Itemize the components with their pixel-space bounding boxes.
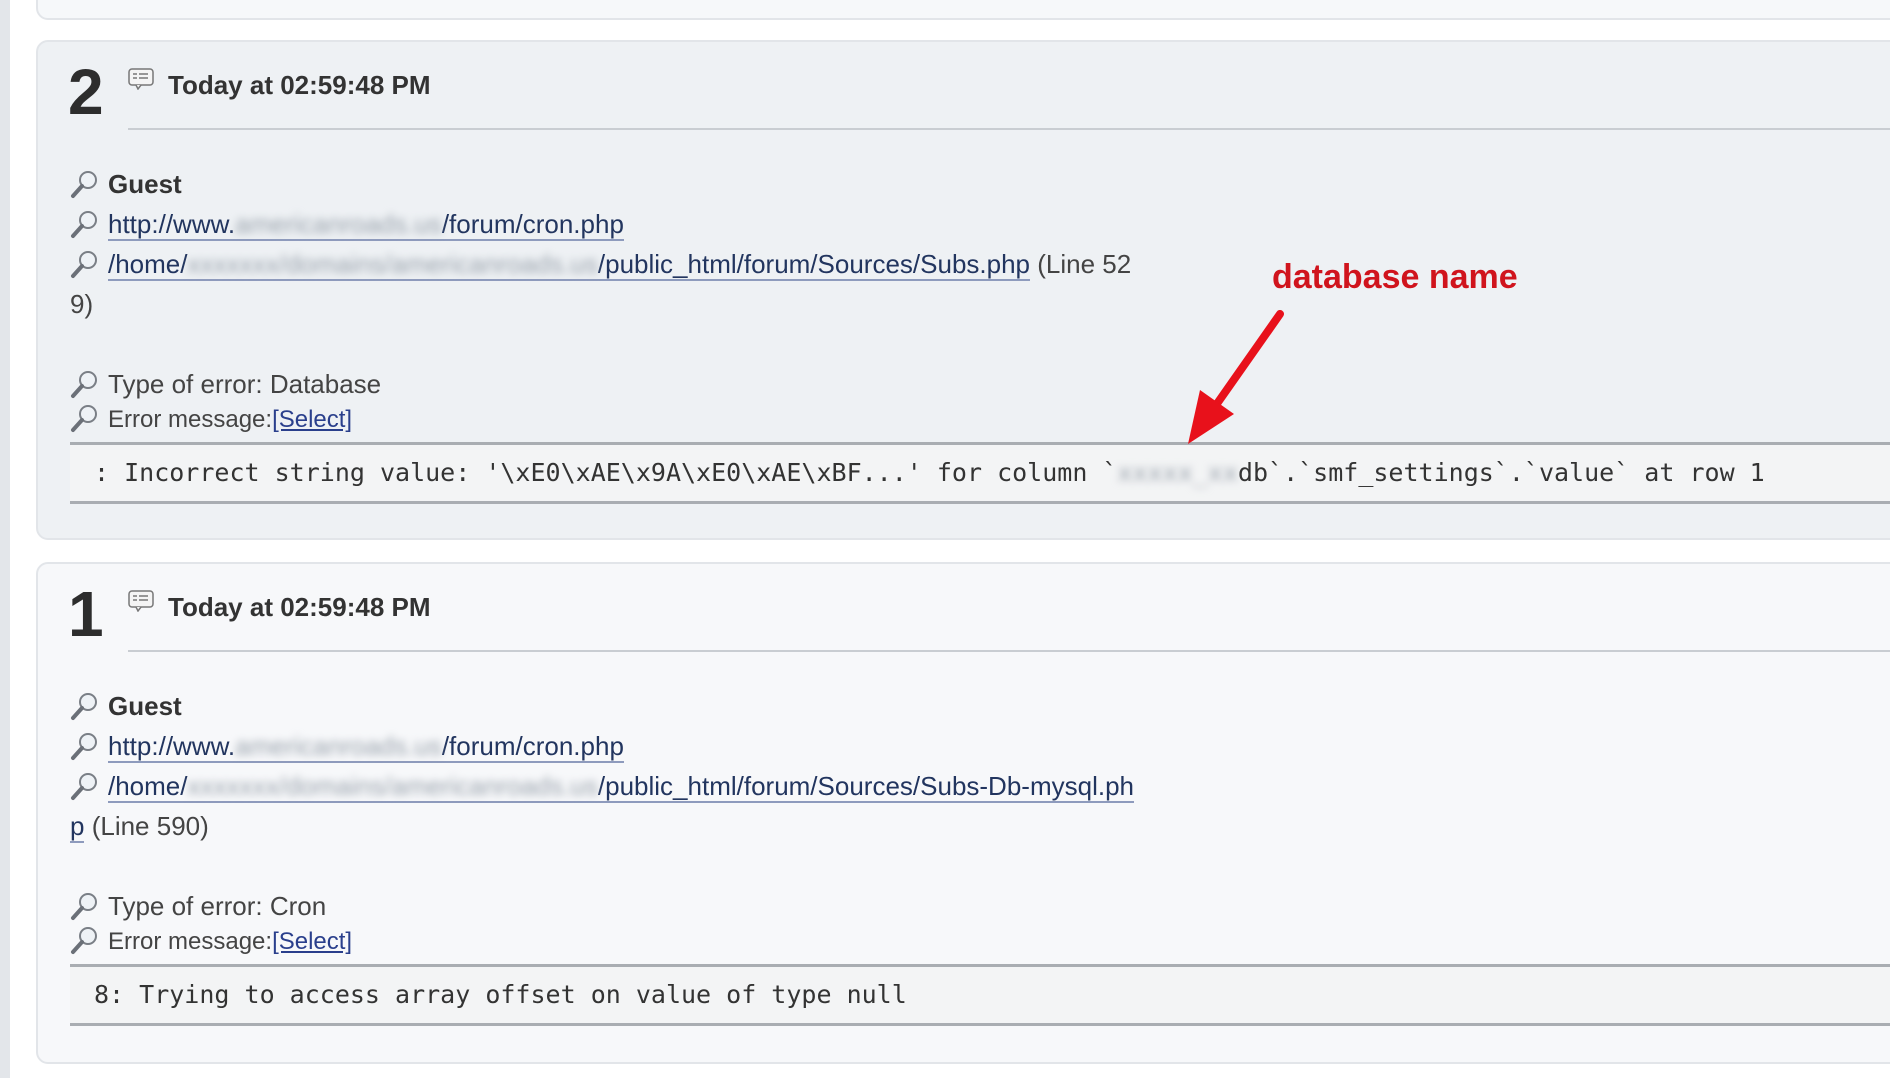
entry-timestamp: Today at 02:59:48 PM <box>168 70 431 100</box>
magnifier-icon[interactable] <box>70 891 100 921</box>
redacted-database-name: xxxxx_xx <box>1117 458 1238 487</box>
redacted-domain: americanroads.us <box>235 209 442 239</box>
file-row: /home/xxxxxxx/domains/americanroads.us/p… <box>70 244 1131 284</box>
magnifier-icon[interactable] <box>70 925 100 955</box>
error-message-box[interactable]: : Incorrect string value: '\xE0\xAE\x9A\… <box>70 442 1890 504</box>
magnifier-icon[interactable] <box>70 771 100 801</box>
annotation-arrow-icon <box>1188 310 1284 444</box>
select-link[interactable]: [Select] <box>272 406 352 433</box>
error-entry-2: 2 Today at 02:59:48 PM Guest http://www.… <box>36 40 1890 540</box>
error-message-box[interactable]: 8: Trying to access array offset on valu… <box>70 964 1890 1026</box>
type-row: Type of error: Cron <box>70 886 326 926</box>
redacted-domain: americanroads.us <box>235 731 442 761</box>
member-name: Guest <box>108 169 182 199</box>
entry-timestamp: Today at 02:59:48 PM <box>168 592 431 622</box>
entry-number: 1 <box>68 578 104 650</box>
type-row: Type of error: Database <box>70 364 381 404</box>
redacted-path: xxxxxxx/domains/americanroads.us <box>187 249 598 279</box>
annotation-label: database name <box>1272 258 1518 296</box>
error-message-label: Error message: <box>108 406 273 433</box>
magnifier-icon[interactable] <box>70 369 100 399</box>
magnifier-icon[interactable] <box>70 403 100 433</box>
redacted-path: xxxxxxx/domains/americanroads.us <box>187 771 598 801</box>
error-message-row: Error message:[Select] <box>70 922 352 962</box>
magnifier-icon[interactable] <box>70 249 100 279</box>
left-edge-bar <box>0 0 10 1078</box>
entry-number: 2 <box>68 56 104 128</box>
member-row: Guest <box>70 164 182 204</box>
line-number-wrap: 9) <box>70 289 94 319</box>
line-number: (Line 52 <box>1037 249 1132 279</box>
comment-list-icon <box>128 68 154 90</box>
error-entry-1: 1 Today at 02:59:48 PM Guest http://www.… <box>36 562 1890 1064</box>
member-row: Guest <box>70 686 182 726</box>
magnifier-icon[interactable] <box>70 169 100 199</box>
type-of-error: Type of error: Cron <box>108 891 327 921</box>
url-row: http://www.americanroads.us/forum/cron.p… <box>70 204 624 244</box>
url-link[interactable]: http://www.americanroads.us/forum/cron.p… <box>108 731 624 763</box>
type-of-error: Type of error: Database <box>108 369 382 399</box>
comment-list-icon <box>128 590 154 612</box>
file-row-wrap: p (Line 590) <box>70 806 209 846</box>
file-link[interactable]: /home/xxxxxxx/domains/americanroads.us/p… <box>108 771 1134 803</box>
header-divider <box>128 128 1890 130</box>
file-row: /home/xxxxxxx/domains/americanroads.us/p… <box>70 766 1134 806</box>
error-message-row: Error message:[Select] <box>70 400 352 440</box>
member-name: Guest <box>108 691 182 721</box>
magnifier-icon[interactable] <box>70 731 100 761</box>
file-link[interactable]: /home/xxxxxxx/domains/americanroads.us/p… <box>108 249 1031 281</box>
file-link-wrap[interactable]: p <box>70 811 85 843</box>
header-divider <box>128 650 1890 652</box>
error-message-label: Error message: <box>108 928 273 955</box>
magnifier-icon[interactable] <box>70 691 100 721</box>
url-link[interactable]: http://www.americanroads.us/forum/cron.p… <box>108 209 624 241</box>
magnifier-icon[interactable] <box>70 209 100 239</box>
url-row: http://www.americanroads.us/forum/cron.p… <box>70 726 624 766</box>
previous-entry-card <box>36 0 1890 20</box>
select-link[interactable]: [Select] <box>272 928 352 955</box>
line-number: (Line 590) <box>91 811 209 841</box>
